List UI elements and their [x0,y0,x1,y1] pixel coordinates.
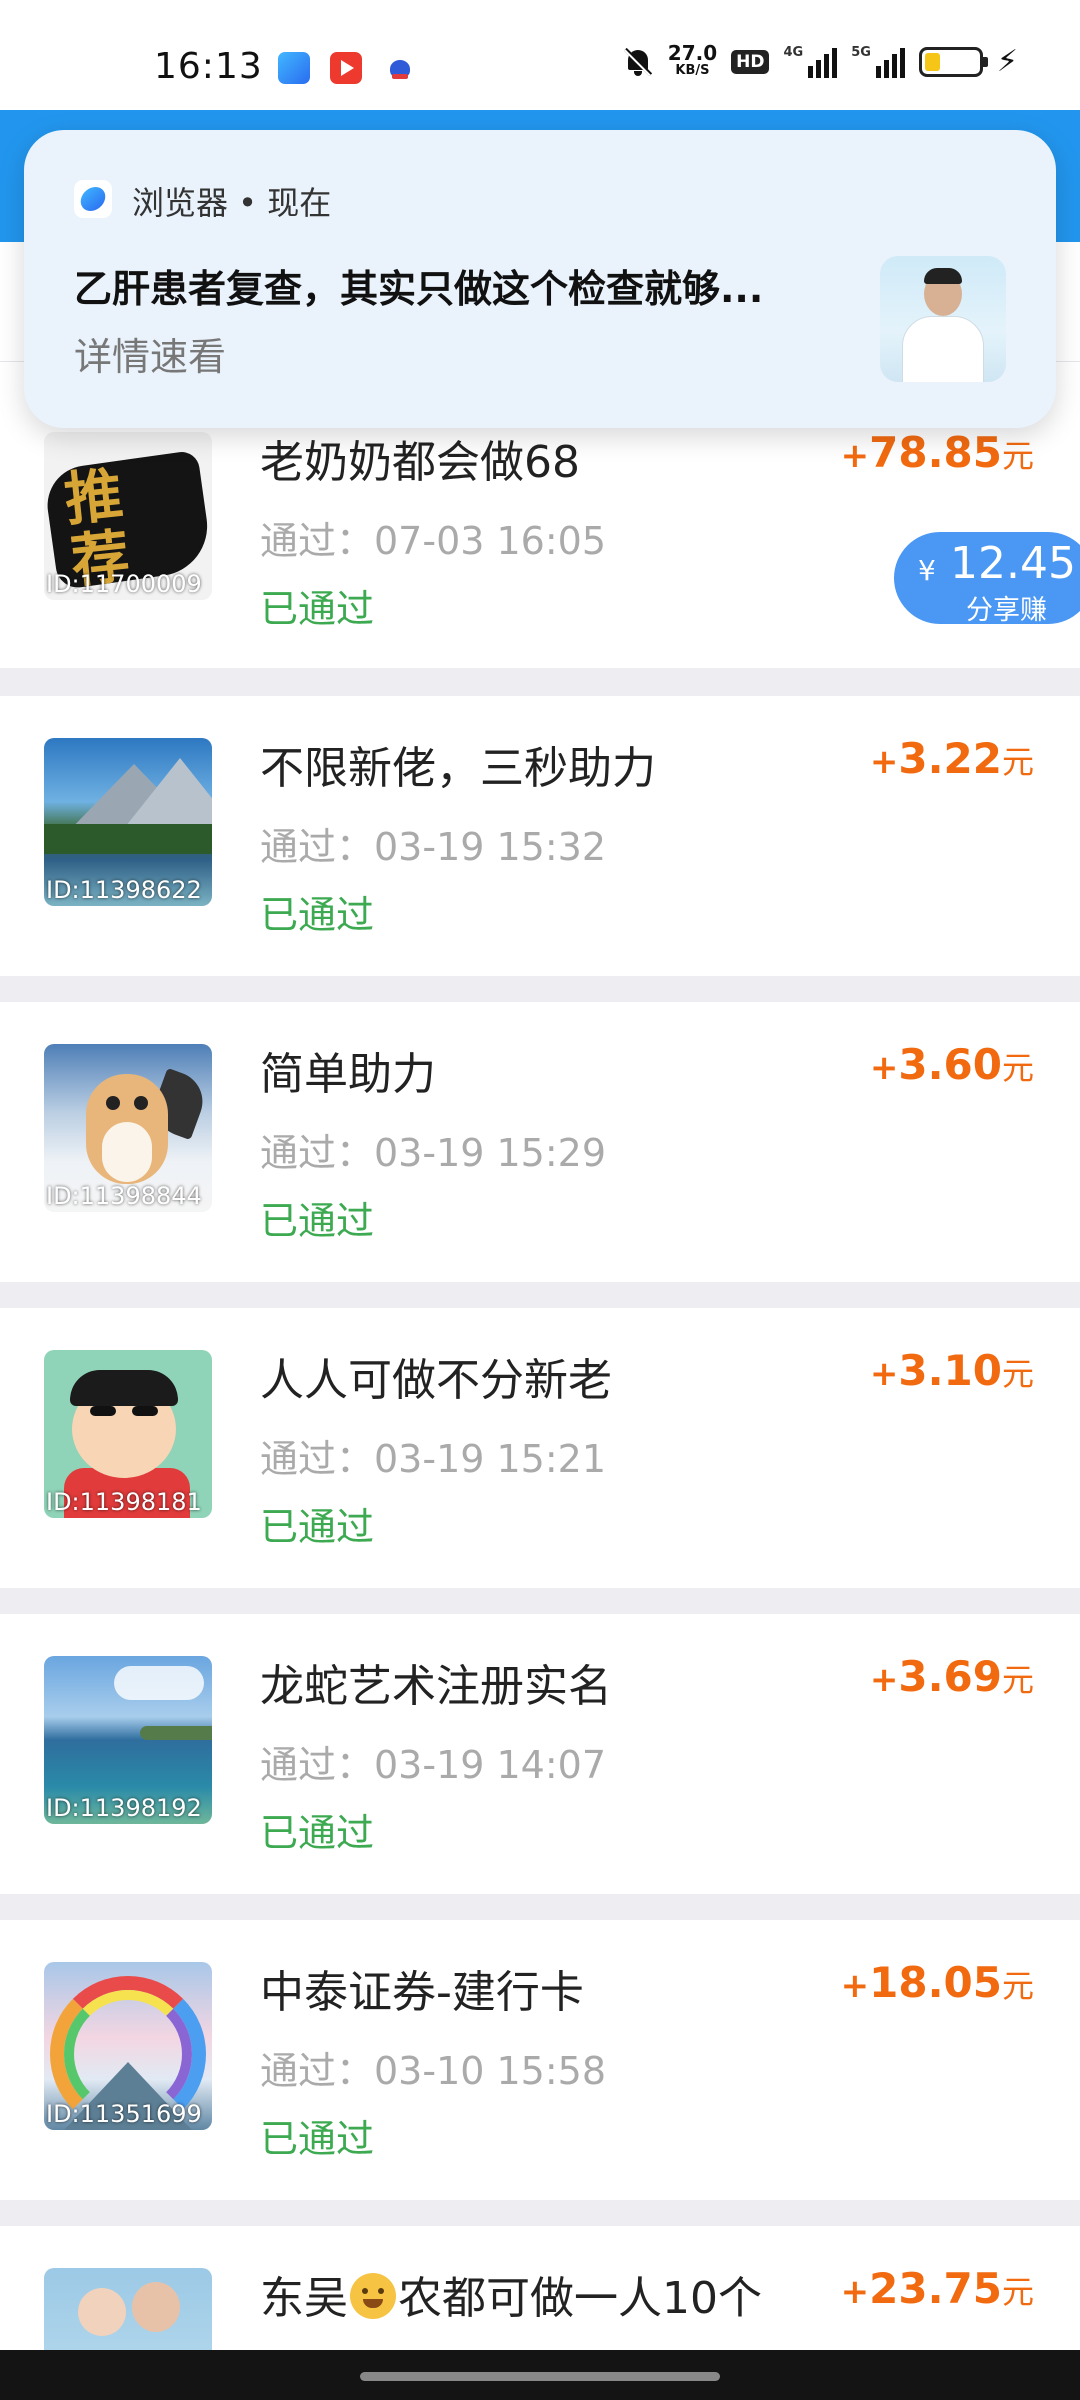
task-time: 通过：03-19 15:21 [260,1437,607,1481]
task-time: 通过：03-19 14:07 [260,1743,607,1787]
notification-subtitle: 详情速看 [74,335,227,379]
task-thumbnail: ID:11398844 [44,1044,212,1212]
status-bar: 16:13 27.0 KB/S HD 4G 5G ⚡ [0,0,1080,110]
screen: 16:13 27.0 KB/S HD 4G 5G ⚡ 浏览器 • 现在 乙肝患者… [0,0,1080,2400]
task-title: 简单助力 [260,1049,436,1100]
baidu-app-icon [384,52,416,84]
notification-source: 浏览器 • 现在 [132,184,332,222]
task-amount-plus: + [869,742,899,782]
task-title: 人人可做不分新老 [260,1355,612,1406]
task-id: ID:11700009 [46,570,202,598]
task-amount-value: 3.60 [898,1040,1002,1089]
task-amount-plus: + [869,1660,899,1700]
task-amount-value: 78.85 [869,428,1002,477]
task-amount-value: 3.69 [898,1652,1002,1701]
task-thumbnail: 推荐 ID:11700009 [44,432,212,600]
task-amount: +3.22元 [870,734,1034,783]
task-title: 龙蛇艺术注册实名 [260,1661,612,1712]
hd-icon: HD [731,49,770,74]
share-earn-button[interactable]: ¥ 12.45 分享赚 [894,532,1080,626]
task-id: ID:11398192 [46,1794,202,1822]
task-amount-unit: 元 [1001,743,1034,781]
task-amount: +18.05元 [841,1958,1034,2007]
task-thumbnail: ID:11398192 [44,1656,212,1824]
task-status: 已通过 [260,893,375,937]
battery-icon [918,46,988,77]
task-thumbnail: ID:11398622 [44,738,212,906]
status-icons: 27.0 KB/S HD 4G 5G ⚡ [622,40,1018,79]
task-amount-value: 3.22 [898,734,1002,783]
task-amount-plus: + [840,1966,870,2006]
task-status: 已通过 [260,2117,375,2161]
task-row[interactable]: ID:11398622 不限新佬，三秒助力 通过：03-19 15:32 已通过… [0,696,1080,976]
share-earn-currency: ¥ [918,554,936,587]
task-amount-plus: + [869,1354,899,1394]
mute-bell-icon [622,46,654,78]
task-status: 已通过 [260,1505,375,1549]
task-title-part: 农都可做一人10个 [398,2273,762,2324]
task-amount-unit: 元 [1001,1355,1034,1393]
task-status: 已通过 [260,1199,375,1243]
task-time: 通过：07-03 16:05 [260,519,607,563]
video-app-icon [330,52,362,84]
task-amount-unit: 元 [1001,1967,1034,2005]
hugging-face-icon [350,2273,396,2319]
task-amount-value: 3.10 [898,1346,1002,1395]
share-earn-label: 分享赚 [966,595,1047,626]
notification-title: 乙肝患者复查，其实只做这个检查就够... [74,267,764,311]
task-title: 东吴 农都可做一人10个 [260,2262,762,2326]
task-title: 老奶奶都会做68 [260,437,580,488]
task-title: 不限新佬，三秒助力 [260,743,656,794]
net-speed: 27.0 KB/S [667,40,718,79]
task-amount-value: 18.05 [869,1958,1002,2007]
task-amount-unit: 元 [1001,437,1034,475]
signal-5g-icon: 5G [851,46,905,78]
clock: 16:13 [154,46,263,87]
charging-icon: ⚡ [996,44,1018,79]
task-id: ID:11398622 [46,876,202,904]
task-amount-plus: + [869,1048,899,1088]
task-amount: +23.75元 [841,2264,1034,2313]
browser-icon [74,180,112,218]
task-row[interactable]: ID:11398844 简单助力 通过：03-19 15:29 已通过 +3.6… [0,1002,1080,1282]
task-amount: +3.10元 [870,1346,1034,1395]
task-amount-unit: 元 [1001,1661,1034,1699]
task-amount-plus: + [840,436,870,476]
task-amount-value: 23.75 [869,2264,1002,2313]
browser-app-icon [278,52,310,84]
task-time: 通过：03-19 15:29 [260,1131,607,1175]
task-amount: +3.60元 [870,1040,1034,1089]
share-earn-value: 12.45 [950,538,1076,589]
notification-thumbnail [880,256,1006,382]
signal-4g-label: 4G [783,44,804,60]
task-thumbnail: ID:11398181 [44,1350,212,1518]
home-indicator[interactable] [360,2372,720,2381]
task-id: ID:11398844 [46,1182,202,1210]
task-amount: +3.69元 [870,1652,1034,1701]
task-amount-unit: 元 [1001,2273,1034,2311]
task-id: ID:11398181 [46,1488,202,1516]
task-row[interactable]: ID:11351699 中泰证券-建行卡 通过：03-10 15:58 已通过 … [0,1920,1080,2200]
task-title-part: 东吴 [260,2273,348,2324]
task-status: 已通过 [260,587,375,631]
task-title: 中泰证券-建行卡 [260,1967,584,2018]
task-status: 已通过 [260,1811,375,1855]
task-amount: +78.85元 [841,428,1034,477]
task-row[interactable]: ID:11398192 龙蛇艺术注册实名 通过：03-19 14:07 已通过 … [0,1614,1080,1894]
task-amount-unit: 元 [1001,1049,1034,1087]
net-speed-value: 27.0 [667,40,718,65]
signal-4g-icon: 4G [783,44,838,78]
task-amount-plus: + [840,2272,870,2312]
push-notification[interactable]: 浏览器 • 现在 乙肝患者复查，其实只做这个检查就够... 详情速看 [24,130,1056,428]
task-time: 通过：03-10 15:58 [260,2049,607,2093]
task-time: 通过：03-19 15:32 [260,825,607,869]
task-thumbnail: ID:11351699 [44,1962,212,2130]
task-id: ID:11351699 [46,2100,202,2128]
signal-5g-label: 5G [851,44,871,60]
task-row[interactable]: ID:11398181 人人可做不分新老 通过：03-19 15:21 已通过 … [0,1308,1080,1588]
